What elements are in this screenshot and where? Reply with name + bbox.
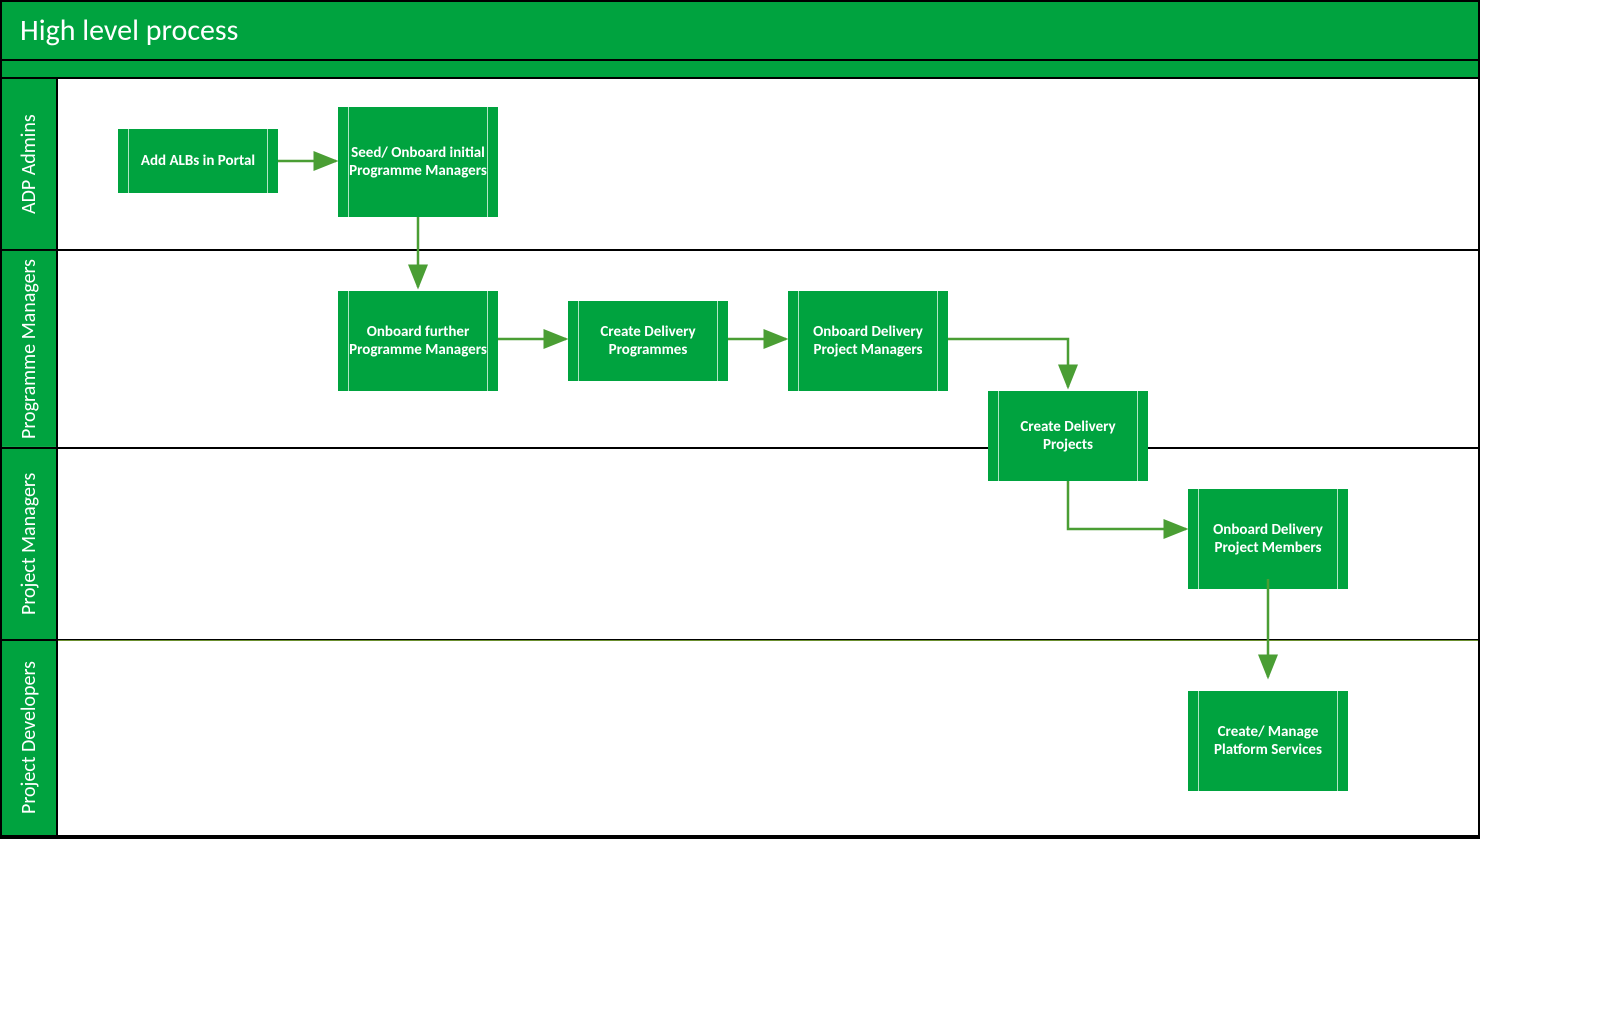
node-label: Create Delivery Projects (994, 418, 1142, 454)
node-create-services: Create/ Manage Platform Services (1188, 691, 1348, 791)
node-label: Add ALBs in Portal (141, 152, 255, 170)
node-onboard-members: Onboard Delivery Project Members (1188, 489, 1348, 589)
node-label: Seed/ Onboard initial Programme Managers (344, 144, 492, 180)
process-diagram: High level process ADP Admins Add ALBs i… (0, 0, 1480, 839)
lane-label-adp-admins: ADP Admins (2, 79, 58, 249)
lane-label-programme-managers: Programme Managers (2, 251, 58, 447)
lane-project-developers: Project Developers Create/ Manage Platfo… (2, 641, 1478, 837)
lane-body-project-managers: Onboard Delivery Project Members (58, 449, 1478, 639)
lane-programme-managers: Programme Managers Onboard further Progr… (2, 251, 1478, 449)
node-add-albs: Add ALBs in Portal (118, 129, 278, 193)
node-seed-onboard: Seed/ Onboard initial Programme Managers (338, 107, 498, 217)
lane-body-project-developers: Create/ Manage Platform Services (58, 640, 1478, 835)
diagram-title: High level process (2, 2, 1478, 61)
lane-label-project-developers: Project Developers (2, 641, 58, 835)
node-label: Onboard further Programme Managers (344, 323, 492, 359)
lane-project-managers: Project Managers Onboard Delivery Projec… (2, 449, 1478, 641)
node-onboard-further-pm: Onboard further Programme Managers (338, 291, 498, 391)
lane-body-adp-admins: Add ALBs in Portal Seed/ Onboard initial… (58, 79, 1478, 249)
node-label: Create Delivery Programmes (574, 323, 722, 359)
node-label: Onboard Delivery Project Managers (794, 323, 942, 359)
lane-adp-admins: ADP Admins Add ALBs in Portal Seed/ Onbo… (2, 79, 1478, 251)
node-label: Onboard Delivery Project Members (1194, 521, 1342, 557)
diagram-subbar (2, 61, 1478, 79)
node-label: Create/ Manage Platform Services (1194, 723, 1342, 759)
lane-label-project-managers: Project Managers (2, 449, 58, 639)
node-create-programmes: Create Delivery Programmes (568, 301, 728, 381)
swimlanes: ADP Admins Add ALBs in Portal Seed/ Onbo… (2, 79, 1478, 837)
lane-body-programme-managers: Onboard further Programme Managers Creat… (58, 251, 1478, 441)
node-onboard-delivery-pm: Onboard Delivery Project Managers (788, 291, 948, 391)
node-create-projects: Create Delivery Projects (988, 391, 1148, 481)
